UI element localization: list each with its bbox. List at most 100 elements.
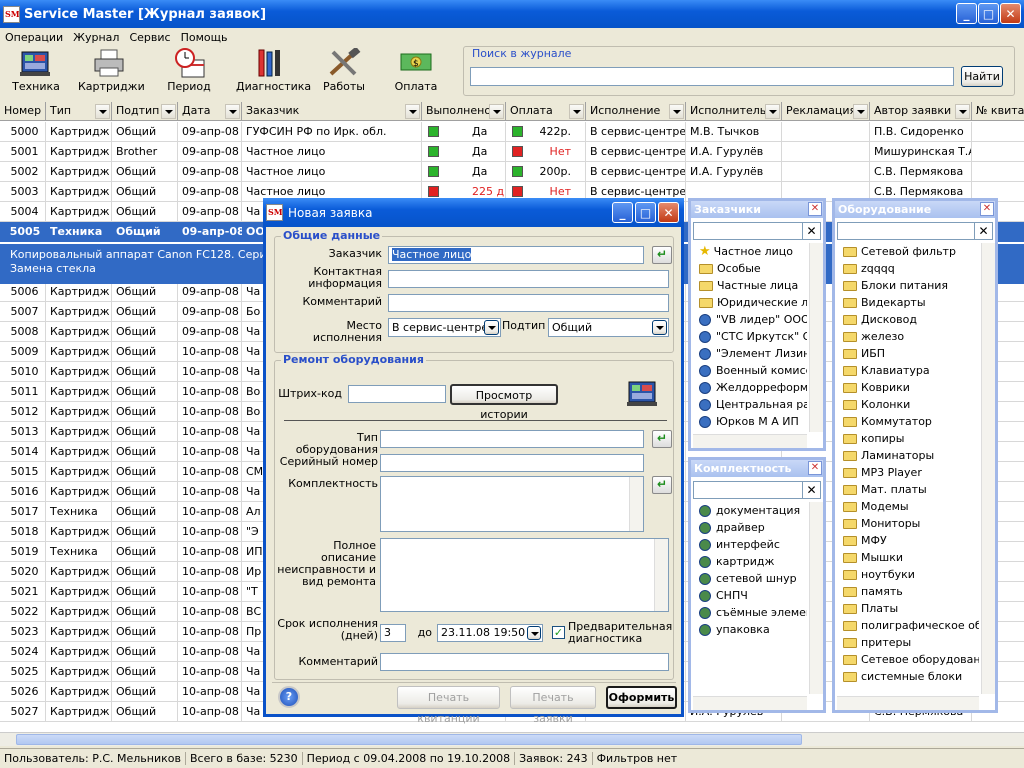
dialog-minimize-button[interactable]: _ — [612, 202, 633, 223]
print-receipt-button[interactable]: Печать квитанции — [397, 686, 500, 725]
comment-input[interactable] — [388, 294, 669, 312]
list-item[interactable]: железо — [837, 328, 979, 345]
chevron-down-icon[interactable] — [669, 104, 684, 119]
col-type[interactable]: Тип — [46, 102, 112, 121]
equipment-filter-input[interactable]: ✕ — [837, 222, 993, 240]
serial-number-input[interactable] — [380, 454, 644, 472]
list-item[interactable]: "СТС Иркутск" ООО — [693, 328, 807, 345]
list-item[interactable]: ИБП — [837, 345, 979, 362]
list-item[interactable]: Модемы — [837, 498, 979, 515]
grid-horizontal-scrollbar[interactable] — [0, 732, 1024, 746]
col-number[interactable]: Номер — [0, 102, 46, 121]
dialog-close-button[interactable]: ✕ — [658, 202, 679, 223]
chevron-down-icon[interactable] — [853, 104, 868, 119]
list-item[interactable]: Клавиатура — [837, 362, 979, 379]
chevron-down-icon[interactable] — [765, 104, 780, 119]
kit-select-button[interactable]: ↵ — [652, 476, 672, 494]
list-item[interactable]: документация — [693, 502, 807, 519]
minimize-button[interactable]: _ — [956, 3, 977, 24]
scrollbar[interactable] — [809, 243, 823, 432]
col-done[interactable]: Выполнено — [422, 102, 506, 121]
list-item[interactable]: Коврики — [837, 379, 979, 396]
chevron-down-icon[interactable] — [95, 104, 110, 119]
list-item[interactable]: zqqqq — [837, 260, 979, 277]
col-subtype[interactable]: Подтип — [112, 102, 178, 121]
list-item[interactable]: Коммутатор — [837, 413, 979, 430]
toolbar-payment-button[interactable]: $ Оплата — [394, 48, 438, 93]
clients-filter-input[interactable]: ✕ — [693, 222, 821, 240]
contact-input[interactable] — [388, 270, 669, 288]
list-item[interactable]: "VB лидер" ООО — [693, 311, 807, 328]
list-item[interactable]: сетевой шнур — [693, 570, 807, 587]
prediagnostics-checkbox[interactable]: ✓ — [552, 626, 565, 639]
menu-operations[interactable]: Операции — [0, 31, 68, 44]
col-receipt[interactable]: № квита — [972, 102, 1024, 121]
close-icon[interactable]: ✕ — [808, 202, 822, 216]
list-item[interactable]: СНПЧ — [693, 587, 807, 604]
toolbar-diagnostics-button[interactable]: Диагностика — [236, 48, 311, 93]
help-icon[interactable]: ? — [278, 686, 300, 708]
place-select[interactable]: В сервис-центре — [388, 318, 501, 337]
menu-journal[interactable]: Журнал — [68, 31, 124, 44]
list-item[interactable]: Дисковод — [837, 311, 979, 328]
toolbar-cartridges-button[interactable]: Картриджи — [78, 48, 145, 93]
list-item[interactable]: интерфейс — [693, 536, 807, 553]
list-item[interactable]: полиграфическое обо — [837, 617, 979, 634]
client-select-button[interactable]: ↵ — [652, 246, 672, 264]
col-claim[interactable]: Рекламация — [782, 102, 870, 121]
list-item[interactable]: Сетевое оборудование — [837, 651, 979, 668]
list-item[interactable]: Мат. платы — [837, 481, 979, 498]
search-input[interactable] — [470, 67, 954, 86]
chevron-down-icon[interactable] — [484, 320, 499, 335]
list-item[interactable]: копиры — [837, 430, 979, 447]
list-item[interactable]: Ламинаторы — [837, 447, 979, 464]
list-item[interactable]: Колонки — [837, 396, 979, 413]
col-author[interactable]: Автор заявки — [870, 102, 972, 121]
submit-button[interactable]: Оформить — [606, 686, 677, 709]
scrollbar[interactable] — [629, 477, 643, 531]
print-order-button[interactable]: Печать заявки — [510, 686, 596, 725]
list-item[interactable]: Юридические лица — [693, 294, 807, 311]
scrollbar[interactable] — [837, 696, 979, 710]
list-item[interactable]: Блоки питания — [837, 277, 979, 294]
chevron-down-icon[interactable] — [489, 104, 504, 119]
list-item[interactable]: притеры — [837, 634, 979, 651]
list-item[interactable]: системные блоки — [837, 668, 979, 685]
list-item[interactable]: Видекарты — [837, 294, 979, 311]
menu-help[interactable]: Помощь — [176, 31, 233, 44]
list-item[interactable]: МФУ — [837, 532, 979, 549]
list-item[interactable]: Центральная район — [693, 396, 807, 413]
client-input[interactable]: Частное лицо — [388, 246, 644, 264]
search-find-button[interactable]: Найти — [961, 66, 1003, 87]
scrollbar[interactable] — [809, 502, 823, 694]
list-item[interactable]: Мышки — [837, 549, 979, 566]
list-item[interactable]: память — [837, 583, 979, 600]
col-date[interactable]: Дата — [178, 102, 242, 121]
toolbar-equipment-button[interactable]: Техника — [8, 48, 64, 93]
kit-textarea[interactable] — [380, 476, 644, 532]
scrollbar[interactable] — [693, 434, 807, 448]
close-icon[interactable]: ✕ — [808, 461, 822, 475]
list-item[interactable]: съёмные элементы — [693, 604, 807, 621]
list-item[interactable]: ноутбуки — [837, 566, 979, 583]
equipment-type-select-button[interactable]: ↵ — [652, 430, 672, 448]
chevron-down-icon[interactable] — [225, 104, 240, 119]
chevron-down-icon[interactable] — [955, 104, 970, 119]
scrollbar-thumb[interactable] — [16, 734, 802, 745]
subtype-select[interactable]: Общий — [548, 318, 669, 337]
close-button[interactable]: ✕ — [1000, 3, 1021, 24]
col-worker[interactable]: Исполнитель — [686, 102, 782, 121]
col-execution[interactable]: Исполнение — [586, 102, 686, 121]
table-row[interactable]: 5001 Картридж Brother 09-апр-08 Частное лицо… — [0, 142, 1024, 162]
table-row[interactable]: 5002 Картридж Общий 09-апр-08 Частное лицо В … — [0, 162, 1024, 182]
scrollbar[interactable] — [981, 243, 995, 694]
barcode-input[interactable] — [348, 385, 446, 403]
list-item[interactable]: "Элемент Лизинг" О — [693, 345, 807, 362]
list-item[interactable]: драйвер — [693, 519, 807, 536]
list-item[interactable]: ★ Частное лицо — [693, 243, 807, 260]
table-row[interactable]: 5000 Картридж Общий 09-апр-08 ГУФСИН РФ по И… — [0, 122, 1024, 142]
clear-icon[interactable]: ✕ — [974, 223, 992, 239]
list-item[interactable]: Сетевой фильтр — [837, 243, 979, 260]
clear-icon[interactable]: ✕ — [802, 223, 820, 239]
chevron-down-icon[interactable] — [569, 104, 584, 119]
